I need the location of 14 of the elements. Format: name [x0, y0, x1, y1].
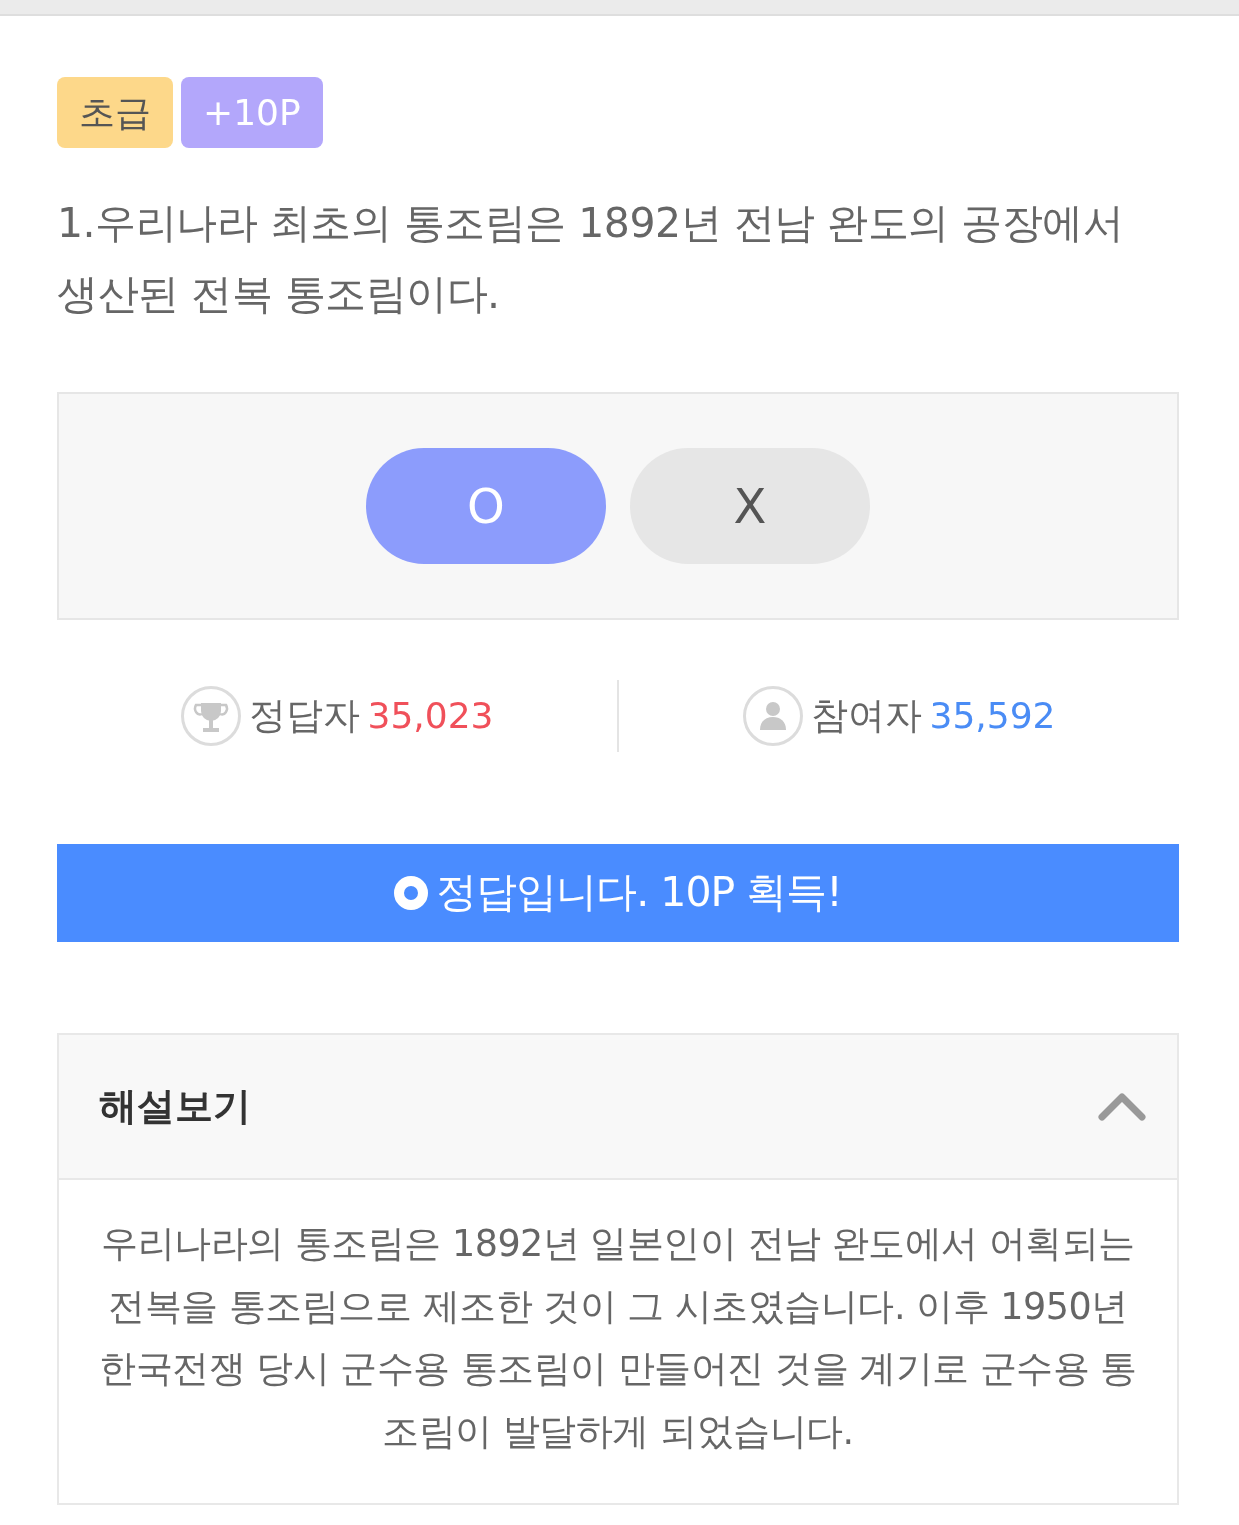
- trophy-icon: [180, 686, 241, 746]
- person-icon: [742, 686, 803, 746]
- stat-count: 35,592: [929, 694, 1056, 738]
- explanation-text: 우리나라의 통조림은 1892년 일본인이 전남 완도에서 어획되는 전복을 통조림으로 제조한 것이 그 시초였습니다. 이후 1950년 한국전쟁 당시 군수용 통조림이 만들어진 것을 계기로 군수용 통조림이 발달하게 되었습니다.: [59, 1178, 1177, 1503]
- answer-button[interactable]: X: [630, 448, 870, 564]
- result-message: 정답입니다. 10P 획득!: [436, 867, 842, 919]
- points-tag: +10P: [181, 77, 323, 148]
- level-tag: 초급: [57, 77, 173, 148]
- question-text: 1.우리나라 최초의 통조림은 1892년 전남 완도의 공장에서 생산된 전복 통조림이다.: [57, 198, 1125, 320]
- ring-icon: [394, 876, 429, 910]
- explanation-toggle[interactable]: 해설보기: [59, 1035, 1177, 1178]
- stat-label: 참여자: [810, 693, 922, 740]
- stat-count: 35,023: [367, 694, 494, 738]
- stat-label: 정답자: [248, 693, 360, 740]
